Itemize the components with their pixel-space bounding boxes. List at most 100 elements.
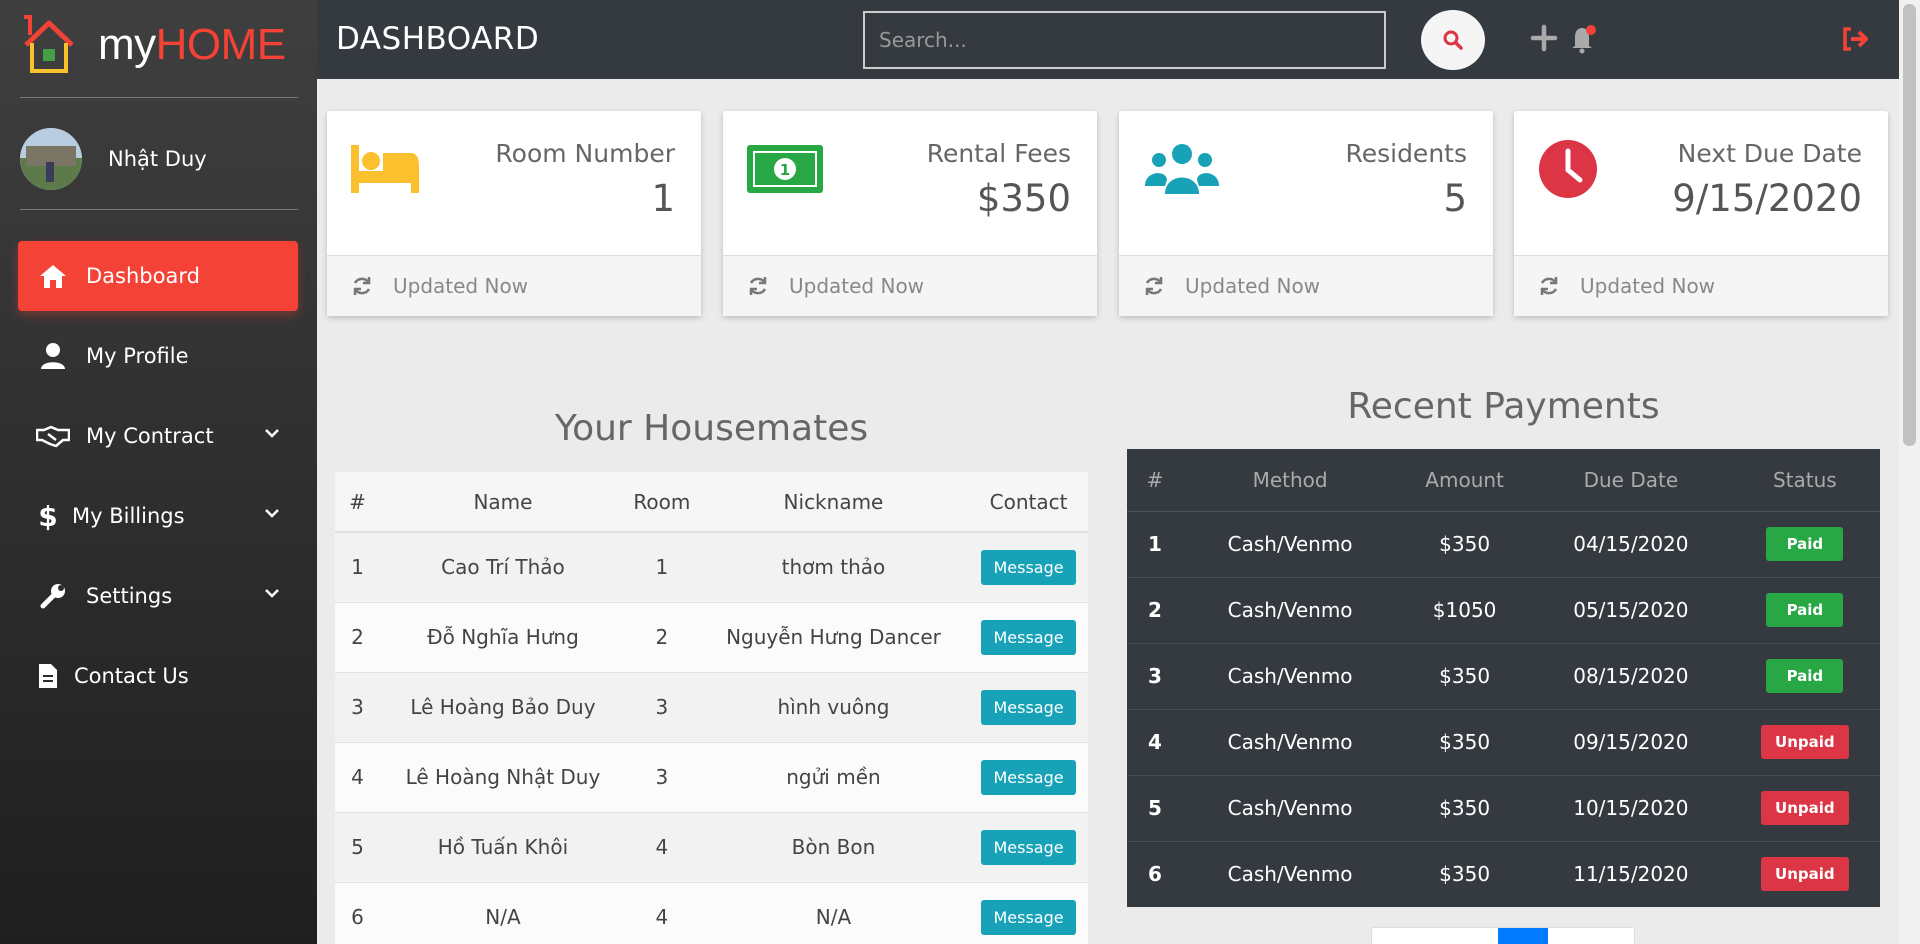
card-next-due-date: Next Due Date 9/15/2020 Updated Now [1514, 111, 1888, 316]
brand-home: HOME [155, 20, 287, 69]
payment-due-date: 11/15/2020 [1532, 840, 1730, 907]
status-badge: Paid [1766, 527, 1844, 561]
payment-method: Cash/Venmo [1183, 642, 1398, 709]
housemate-nickname: Nguyễn Hưng Dancer [697, 601, 970, 672]
table-row: 6 Cash/Venmo $350 11/15/2020 Unpaid [1127, 840, 1880, 907]
pagination[interactable] [1371, 927, 1635, 944]
sidebar-nav: Dashboard My Profile My Contract $ My Bi… [18, 241, 298, 721]
card-label: Residents [1345, 139, 1467, 168]
housemate-nickname: ngửi mền [697, 741, 970, 812]
row-number: 3 [335, 671, 380, 742]
search-icon [1443, 30, 1463, 50]
card-rental-fees: 1 Rental Fees $350 Updated Now [723, 111, 1097, 316]
handshake-icon [36, 421, 70, 451]
status-badge: Paid [1766, 659, 1844, 693]
clock-icon [1538, 139, 1618, 199]
column-header: Method [1183, 449, 1398, 512]
pagination-current[interactable] [1498, 928, 1548, 944]
sidebar-item-my-contract[interactable]: My Contract [18, 401, 298, 471]
payment-due-date: 10/15/2020 [1532, 774, 1730, 841]
card-room-number: Room Number 1 Updated Now [327, 111, 701, 316]
payment-due-date: 05/15/2020 [1532, 576, 1730, 643]
sidebar-item-contact-us[interactable]: Contact Us [18, 641, 298, 711]
payment-method: Cash/Venmo [1183, 576, 1398, 643]
payment-due-date: 04/15/2020 [1532, 510, 1730, 577]
message-button[interactable]: Message [981, 619, 1076, 655]
svg-text:1: 1 [780, 161, 790, 179]
payments-title: Recent Payments [1347, 386, 1660, 427]
brand-name: myHOME [98, 20, 286, 70]
scroll-thumb[interactable] [1903, 4, 1916, 446]
sidebar-item-label: My Contract [86, 424, 214, 448]
card-footer: Updated Now [1514, 255, 1888, 316]
housemate-name: Hồ Tuấn Khôi [380, 811, 626, 882]
card-footer-text: Updated Now [1580, 274, 1716, 298]
refresh-icon [1145, 277, 1163, 295]
card-residents: Residents 5 Updated Now [1119, 111, 1493, 316]
brand-my: my [98, 20, 156, 69]
chevron-down-icon [265, 429, 279, 438]
avatar-image [20, 128, 82, 190]
brand[interactable]: myHOME [20, 14, 286, 76]
row-number: 1 [1127, 510, 1183, 577]
column-header: Status [1729, 449, 1880, 512]
search-button[interactable] [1421, 10, 1485, 70]
card-footer: Updated Now [723, 255, 1097, 316]
payment-method: Cash/Venmo [1183, 510, 1398, 577]
column-header: Room [625, 472, 698, 533]
housemates-table: # Name Room Nickname Contact 1 Cao Trí T… [335, 472, 1088, 944]
page-scrollbar[interactable] [1899, 0, 1920, 944]
bed-icon [351, 139, 431, 199]
status-badge: Unpaid [1761, 725, 1849, 759]
sidebar-item-label: My Billings [72, 504, 185, 528]
column-header: Nickname [697, 472, 970, 533]
user-name: Nhật Duy [108, 147, 207, 171]
sidebar-item-dashboard[interactable]: Dashboard [18, 241, 298, 311]
card-value: 1 [651, 177, 675, 220]
message-button[interactable]: Message [981, 759, 1076, 795]
user-profile[interactable]: Nhật Duy [20, 128, 207, 190]
table-header-row: # Name Room Nickname Contact [335, 472, 1088, 533]
message-button[interactable]: Message [981, 829, 1076, 865]
sidebar-item-settings[interactable]: Settings [18, 561, 298, 631]
table-row: 6 N/A 4 N/A Message [335, 881, 1088, 944]
table-row: 4 Cash/Venmo $350 09/15/2020 Unpaid [1127, 708, 1880, 775]
refresh-icon [353, 277, 371, 295]
table-row: 5 Hồ Tuấn Khôi 4 Bòn Bon Message [335, 811, 1088, 882]
sidebar-item-my-billings[interactable]: $ My Billings [18, 481, 298, 551]
bell-icon[interactable] [1568, 22, 1600, 54]
money-icon: 1 [747, 139, 827, 199]
card-value: 9/15/2020 [1672, 177, 1862, 220]
card-label: Room Number [495, 139, 675, 168]
table-row: 1 Cash/Venmo $350 04/15/2020 Paid [1127, 510, 1880, 577]
housemate-name: Cao Trí Thảo [380, 531, 626, 602]
housemate-nickname: thơm thảo [697, 531, 970, 602]
message-button[interactable]: Message [981, 549, 1076, 585]
message-button[interactable]: Message [981, 899, 1076, 935]
housemate-room: 4 [625, 881, 698, 944]
housemate-nickname: Bòn Bon [697, 811, 970, 882]
housemate-room: 1 [625, 531, 698, 602]
payment-amount: $350 [1397, 774, 1532, 841]
logout-icon[interactable] [1841, 26, 1869, 52]
message-button[interactable]: Message [981, 689, 1076, 725]
column-header: Name [380, 472, 626, 533]
file-icon [36, 661, 60, 691]
table-row: 2 Cash/Venmo $1050 05/15/2020 Paid [1127, 576, 1880, 643]
housemate-room: 3 [625, 741, 698, 812]
column-header: Due Date [1532, 449, 1730, 512]
row-number: 4 [1127, 708, 1183, 775]
payment-amount: $1050 [1397, 576, 1532, 643]
payment-amount: $350 [1397, 840, 1532, 907]
status-badge: Paid [1766, 593, 1844, 627]
avatar [20, 128, 82, 190]
search-input[interactable] [863, 11, 1386, 69]
plus-icon[interactable] [1530, 24, 1558, 52]
housemate-name: Đỗ Nghĩa Hưng [380, 601, 626, 672]
row-number: 6 [335, 881, 380, 944]
table-row: 2 Đỗ Nghĩa Hưng 2 Nguyễn Hưng Dancer Mes… [335, 601, 1088, 672]
table-row: 3 Cash/Venmo $350 08/15/2020 Paid [1127, 642, 1880, 709]
sidebar-item-my-profile[interactable]: My Profile [18, 321, 298, 391]
sidebar-item-label: My Profile [86, 344, 189, 368]
column-header: # [335, 472, 380, 533]
